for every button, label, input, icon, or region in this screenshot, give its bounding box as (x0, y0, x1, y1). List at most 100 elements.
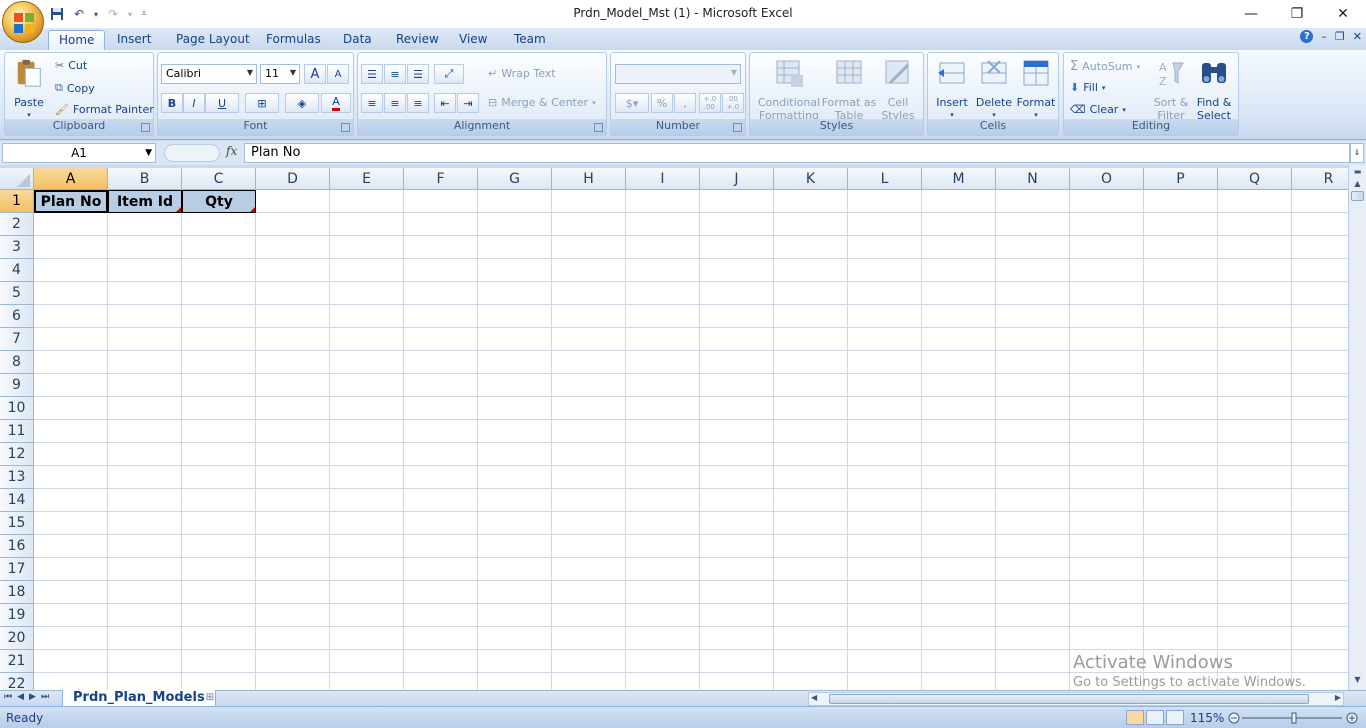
cell-n6[interactable] (996, 305, 1070, 328)
cell-i7[interactable] (626, 328, 700, 351)
cell-r12[interactable] (1292, 443, 1348, 466)
align-left-button[interactable]: ≡ (361, 93, 383, 113)
cell-d10[interactable] (256, 397, 330, 420)
cell-m21[interactable] (922, 650, 996, 673)
cell-p6[interactable] (1144, 305, 1218, 328)
cell-b22[interactable] (108, 673, 182, 690)
cell-m22[interactable] (922, 673, 996, 690)
cell-m5[interactable] (922, 282, 996, 305)
scroll-down-icon[interactable]: ▼ (1350, 675, 1365, 689)
cell-e19[interactable] (330, 604, 404, 627)
cell-l9[interactable] (848, 374, 922, 397)
cell-k1[interactable] (774, 190, 848, 213)
cell-m10[interactable] (922, 397, 996, 420)
cell-q8[interactable] (1218, 351, 1292, 374)
cell-n4[interactable] (996, 259, 1070, 282)
cell-j12[interactable] (700, 443, 774, 466)
cell-k3[interactable] (774, 236, 848, 259)
cell-i11[interactable] (626, 420, 700, 443)
cell-j4[interactable] (700, 259, 774, 282)
cell-p17[interactable] (1144, 558, 1218, 581)
scroll-left-icon[interactable]: ◀ (811, 693, 817, 702)
column-header-c[interactable]: C (182, 168, 256, 190)
increase-indent-button[interactable]: ⇥ (457, 93, 479, 113)
clipboard-launcher-icon[interactable] (141, 123, 150, 132)
cell-f21[interactable] (404, 650, 478, 673)
cell-i10[interactable] (626, 397, 700, 420)
column-header-b[interactable]: B (108, 168, 182, 190)
cell-p4[interactable] (1144, 259, 1218, 282)
cell-f15[interactable] (404, 512, 478, 535)
cell-g9[interactable] (478, 374, 552, 397)
cell-o16[interactable] (1070, 535, 1144, 558)
cell-m12[interactable] (922, 443, 996, 466)
align-right-button[interactable]: ≡ (407, 93, 429, 113)
cell-k16[interactable] (774, 535, 848, 558)
format-as-table-button[interactable]: Format as Table (820, 57, 878, 122)
cell-a21[interactable] (34, 650, 108, 673)
cell-e7[interactable] (330, 328, 404, 351)
cell-e6[interactable] (330, 305, 404, 328)
cell-l10[interactable] (848, 397, 922, 420)
cell-d12[interactable] (256, 443, 330, 466)
cell-n12[interactable] (996, 443, 1070, 466)
row-header-10[interactable]: 10 (0, 397, 34, 420)
cell-n11[interactable] (996, 420, 1070, 443)
cell-p18[interactable] (1144, 581, 1218, 604)
row-header-15[interactable]: 15 (0, 512, 34, 535)
cell-m19[interactable] (922, 604, 996, 627)
cell-q10[interactable] (1218, 397, 1292, 420)
cell-r8[interactable] (1292, 351, 1348, 374)
font-launcher-icon[interactable] (341, 123, 350, 132)
cell-a12[interactable] (34, 443, 108, 466)
cell-a1[interactable]: Plan No (34, 190, 108, 213)
cell-r9[interactable] (1292, 374, 1348, 397)
format-cells-button[interactable]: Format ▾ (1016, 57, 1056, 122)
cell-c6[interactable] (182, 305, 256, 328)
cell-m20[interactable] (922, 627, 996, 650)
cell-n10[interactable] (996, 397, 1070, 420)
cell-p10[interactable] (1144, 397, 1218, 420)
row-header-1[interactable]: 1 (0, 190, 34, 213)
vertical-scroll-thumb[interactable] (1351, 191, 1364, 201)
cell-n16[interactable] (996, 535, 1070, 558)
cell-q14[interactable] (1218, 489, 1292, 512)
office-button[interactable] (2, 1, 44, 43)
cell-f3[interactable] (404, 236, 478, 259)
tab-home[interactable]: Home (48, 30, 106, 50)
column-header-j[interactable]: J (700, 168, 774, 190)
cell-p15[interactable] (1144, 512, 1218, 535)
cell-o17[interactable] (1070, 558, 1144, 581)
cell-c8[interactable] (182, 351, 256, 374)
tab-view[interactable]: View (449, 30, 497, 50)
cell-o13[interactable] (1070, 466, 1144, 489)
page-break-view-icon[interactable] (1166, 710, 1184, 725)
cell-a2[interactable] (34, 213, 108, 236)
cell-j19[interactable] (700, 604, 774, 627)
paste-button[interactable]: Paste ▾ (9, 57, 49, 122)
autosum-button[interactable]: Σ AutoSum ▾ (1070, 59, 1140, 74)
cell-c2[interactable] (182, 213, 256, 236)
cell-h4[interactable] (552, 259, 626, 282)
number-launcher-icon[interactable] (733, 123, 742, 132)
row-header-14[interactable]: 14 (0, 489, 34, 512)
cell-i14[interactable] (626, 489, 700, 512)
cell-b8[interactable] (108, 351, 182, 374)
cell-p2[interactable] (1144, 213, 1218, 236)
horizontal-scroll-thumb[interactable] (829, 694, 1309, 704)
cell-k8[interactable] (774, 351, 848, 374)
cell-c4[interactable] (182, 259, 256, 282)
cell-h1[interactable] (552, 190, 626, 213)
cell-g3[interactable] (478, 236, 552, 259)
cell-j15[interactable] (700, 512, 774, 535)
cell-m14[interactable] (922, 489, 996, 512)
cell-p20[interactable] (1144, 627, 1218, 650)
row-header-22[interactable]: 22 (0, 673, 34, 690)
cell-k6[interactable] (774, 305, 848, 328)
font-color-button[interactable]: A (321, 93, 351, 113)
cell-k18[interactable] (774, 581, 848, 604)
cell-r20[interactable] (1292, 627, 1348, 650)
row-header-4[interactable]: 4 (0, 259, 34, 282)
column-header-h[interactable]: H (552, 168, 626, 190)
cell-n18[interactable] (996, 581, 1070, 604)
